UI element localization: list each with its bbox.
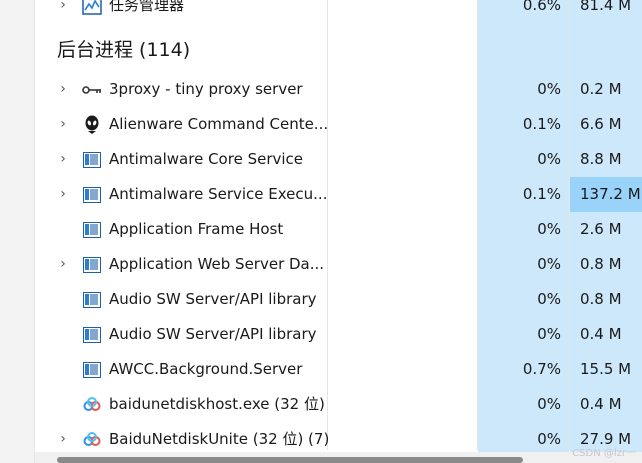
app-window-icon <box>82 290 102 310</box>
process-name: baidunetdiskhost.exe (32 位) <box>109 395 325 413</box>
app-window-icon <box>82 325 102 345</box>
process-name: Application Frame Host <box>109 220 284 238</box>
chevron-right-icon[interactable]: › <box>56 0 70 13</box>
process-name: Antimalware Core Service <box>109 150 304 168</box>
chevron-right-icon[interactable]: › <box>56 431 70 447</box>
left-nav-strip <box>0 0 35 463</box>
chevron-right-icon[interactable]: › <box>56 256 70 272</box>
process-name: Application Web Server Da... <box>109 255 325 273</box>
chevron-right-icon[interactable]: › <box>56 186 70 202</box>
memory-value: 0.4 M <box>570 387 642 422</box>
process-name: Audio SW Server/API library <box>109 290 317 308</box>
process-row[interactable]: › Alienware Command Cente... 0.1% 6.6 M <box>35 107 642 142</box>
process-name: AWCC.Background.Server <box>109 360 303 378</box>
cpu-value: 0% <box>478 142 569 177</box>
key-icon <box>82 80 102 100</box>
memory-value: 2.6 M <box>570 212 642 247</box>
app-window-icon <box>82 150 102 170</box>
alien-icon <box>82 115 102 135</box>
chevron-right-icon[interactable]: › <box>56 116 70 132</box>
memory-value: 8.8 M <box>570 142 642 177</box>
app-window-icon <box>82 220 102 240</box>
task-manager-icon <box>82 0 102 16</box>
memory-value: 81.4 M <box>570 0 642 23</box>
process-row[interactable]: › Application Web Server Da... 0% 0.8 M <box>35 247 642 282</box>
process-name: BaiduNetdiskUnite (32 位) (7) <box>109 430 330 448</box>
process-row[interactable]: › Antimalware Core Service 0% 8.8 M <box>35 142 642 177</box>
memory-value: 0.4 M <box>570 317 642 352</box>
memory-value: 0.8 M <box>570 282 642 317</box>
process-name: Antimalware Service Execu... <box>109 185 328 203</box>
memory-value: 15.5 M <box>570 352 642 387</box>
process-row-task-manager[interactable]: › 任务管理器 0.6% 81.4 M <box>35 0 642 23</box>
cpu-value: 0.1% <box>478 107 569 142</box>
process-row[interactable]: Application Frame Host 0% 2.6 M <box>35 212 642 247</box>
cpu-value: 0% <box>478 317 569 352</box>
cpu-value: 0% <box>478 247 569 282</box>
group-header-background-processes: 后台进程 (114) <box>57 39 191 61</box>
process-row[interactable]: › 3proxy - tiny proxy server 0% 0.2 M <box>35 72 642 107</box>
process-name: Alienware Command Cente... <box>109 115 329 133</box>
memory-value: 137.2 M <box>570 177 642 212</box>
app-window-icon <box>82 360 102 380</box>
cpu-value: 0% <box>478 72 569 107</box>
cpu-value: 0.7% <box>478 352 569 387</box>
horizontal-scrollbar-thumb[interactable] <box>57 457 523 463</box>
watermark: CSDN @lzr一 <box>572 448 636 459</box>
cpu-value: 0.1% <box>478 177 569 212</box>
memory-value: 0.8 M <box>570 247 642 282</box>
app-window-icon <box>82 185 102 205</box>
baidu-cloud-icon <box>82 395 102 415</box>
memory-value: 0.2 M <box>570 72 642 107</box>
process-name: Audio SW Server/API library <box>109 325 317 343</box>
memory-value: 6.6 M <box>570 107 642 142</box>
cpu-value: 0% <box>478 387 569 422</box>
process-row[interactable]: Audio SW Server/API library 0% 0.4 M <box>35 317 642 352</box>
process-row[interactable]: baidunetdiskhost.exe (32 位) 0% 0.4 M <box>35 387 642 422</box>
process-name: 3proxy - tiny proxy server <box>109 80 303 98</box>
process-name: 任务管理器 <box>109 0 185 14</box>
cpu-value: 0% <box>478 212 569 247</box>
chevron-right-icon[interactable]: › <box>56 81 70 97</box>
process-row[interactable]: Audio SW Server/API library 0% 0.8 M <box>35 282 642 317</box>
cpu-value: 0% <box>478 282 569 317</box>
baidu-cloud-icon <box>82 430 102 450</box>
chevron-right-icon[interactable]: › <box>56 151 70 167</box>
process-row[interactable]: AWCC.Background.Server 0.7% 15.5 M <box>35 352 642 387</box>
app-window-icon <box>82 255 102 275</box>
cpu-value: 0.6% <box>478 0 569 23</box>
process-row[interactable]: › Antimalware Service Execu... 0.1% 137.2 M <box>35 177 642 212</box>
